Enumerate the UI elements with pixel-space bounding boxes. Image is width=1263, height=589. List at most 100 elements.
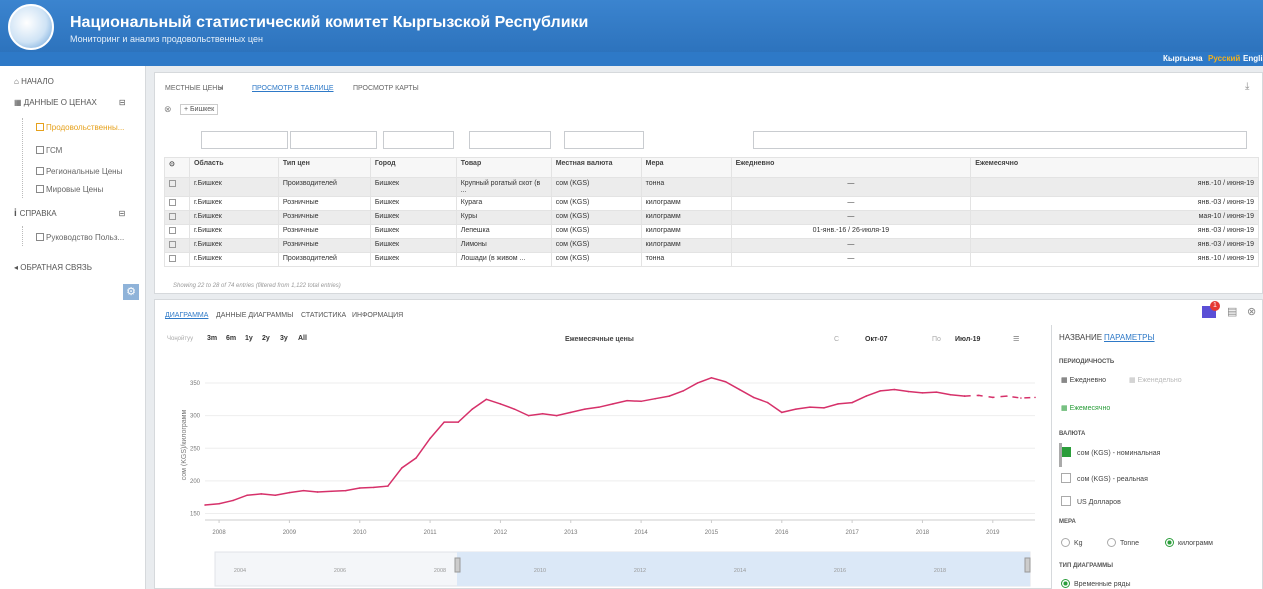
data-point [232, 499, 234, 502]
sidebar-item-guide[interactable]: Руководство Польз... [36, 233, 124, 242]
row-checkbox[interactable] [169, 180, 176, 187]
data-point [204, 504, 206, 506]
radio[interactable] [1107, 538, 1116, 547]
checkbox[interactable] [1061, 496, 1071, 506]
col-monthly[interactable]: Ежемесячно [970, 157, 1259, 178]
col-product[interactable]: Товар [455, 157, 552, 178]
radio[interactable] [1061, 538, 1070, 547]
calendar-icon: ▦ [1061, 377, 1070, 384]
sidebar-item-regional[interactable]: Региональные Цены [36, 167, 122, 176]
range-6m[interactable]: 6m [226, 335, 236, 342]
table-row[interactable]: г.Бишкек Розничные Бишкек Лепешка сом (KGS) к… [164, 224, 1259, 239]
data-point [401, 467, 403, 469]
measure-kilogram[interactable]: килограмм [1165, 538, 1213, 547]
close-icon[interactable]: ⊗ [1247, 305, 1256, 318]
menu-icon[interactable]: ≡ [1013, 333, 1019, 345]
lang-english[interactable]: English [1243, 54, 1263, 63]
sidebar-item-feedback[interactable]: ◂ ОБРАТНАЯ СВЯЗЬ [14, 263, 92, 272]
table-row[interactable]: г.Бишкек Производителей Бишкек Крупный рога… [164, 177, 1259, 197]
measure-kg[interactable]: Kg [1061, 538, 1083, 547]
price-chart: сом (KGS)/килограмм 150 200 250 300 350 2008 2… [181, 377, 1036, 587]
range-3m[interactable]: 3m [207, 335, 217, 342]
filter-input-product[interactable] [469, 131, 551, 149]
row-checkbox[interactable] [169, 199, 176, 206]
navigator-handle-left [454, 557, 461, 573]
data-point [724, 380, 727, 383]
filter-input-currency[interactable] [564, 131, 644, 149]
tab-name[interactable]: НАЗВАНИЕ [1059, 333, 1102, 342]
filter-input-city[interactable] [383, 131, 454, 149]
chart-type-timeseries[interactable]: Временные ряды [1061, 579, 1130, 588]
tab-info[interactable]: ИНФОРМАЦИЯ [352, 312, 403, 319]
sidebar-item-home[interactable]: ⌂ НАЧАЛО [14, 77, 54, 86]
checkbox-checked[interactable] [1061, 447, 1071, 457]
table-row[interactable]: г.Бишкек Производителей Бишкек Лошади (в жи… [164, 252, 1259, 267]
notification-badge: 1 [1210, 301, 1220, 311]
navigator-tick-label: 2012 [634, 568, 646, 574]
col-daily[interactable]: Ежедневно [730, 157, 972, 178]
currency-nominal[interactable]: сом (KGS) - номинальная [1061, 447, 1160, 457]
breadcrumb-sep: » [219, 85, 223, 92]
sidebar-item-prices[interactable]: ▦ ДАННЫЕ О ЦЕНАХ ⊟ [14, 98, 126, 107]
row-checkbox[interactable] [169, 255, 176, 262]
lang-kyrgyz[interactable]: Кыргызча [1163, 54, 1203, 63]
period-daily[interactable]: ▦ Ежедневно [1061, 376, 1106, 384]
col-city[interactable]: Город [369, 157, 457, 178]
table-icon[interactable]: ▤ [1227, 305, 1237, 318]
row-checkbox[interactable] [169, 227, 176, 234]
tab-chart-data[interactable]: ДАННЫЕ ДИАГРАММЫ [216, 312, 293, 319]
table-row[interactable]: г.Бишкек Розничные Бишкек Лимоны сом (KGS) ки… [164, 238, 1259, 253]
col-currency[interactable]: Местная валюта [550, 157, 642, 178]
lang-russian[interactable]: Русский [1208, 54, 1240, 63]
currency-real[interactable]: сом (KGS) - реальная [1061, 473, 1148, 483]
row-checkbox[interactable] [169, 213, 176, 220]
col-measure[interactable]: Мера [640, 157, 732, 178]
tab-chart[interactable]: ДИАГРАММА [165, 312, 208, 319]
measure-tonne[interactable]: Tonne [1107, 538, 1139, 547]
table-row[interactable]: г.Бишкек Розничные Бишкек Курага сом (KGS) ки… [164, 196, 1259, 211]
sidebar-item-food[interactable]: Продовольственны... [36, 123, 142, 132]
data-point [316, 491, 319, 493]
period-weekly[interactable]: ▦ Еженедельно [1129, 376, 1182, 384]
filter-input-region[interactable] [201, 131, 288, 149]
col-region[interactable]: Область [188, 157, 279, 178]
data-point [991, 396, 994, 399]
checkbox[interactable] [1061, 473, 1071, 483]
scrollbar[interactable] [1059, 443, 1062, 467]
table-row[interactable]: г.Бишкек Розничные Бишкек Куры сом (KGS) кило… [164, 210, 1259, 225]
row-checkbox[interactable] [169, 241, 176, 248]
tab-table[interactable]: ПРОСМОТР В ТАБЛИЦЕ [252, 85, 334, 92]
gear-icon[interactable]: ⚙ [123, 284, 139, 300]
download-icon[interactable]: ⤓ [1245, 81, 1249, 92]
data-point [766, 401, 769, 404]
sidebar-item-help[interactable]: i СПРАВКА ⊟ [14, 208, 125, 219]
range-3y[interactable]: 3y [280, 335, 288, 342]
tab-params[interactable]: ПАРАМЕТРЫ [1104, 333, 1155, 342]
data-point [485, 398, 488, 401]
tab-statistics[interactable]: СТАТИСТИКА [301, 312, 346, 319]
currency-usd[interactable]: US Долларов [1061, 496, 1121, 506]
range-1y[interactable]: 1y [245, 335, 253, 342]
x-tick-label: 2011 [424, 530, 438, 536]
col-type[interactable]: Тип цен [277, 157, 371, 178]
x-tick-label: 2015 [705, 530, 719, 536]
sidebar-item-world[interactable]: Мировые Цены [36, 185, 103, 194]
tab-map[interactable]: ПРОСМОТР КАРТЫ [353, 85, 419, 92]
select-all[interactable]: ⊙ [164, 157, 190, 178]
clear-filter-icon[interactable]: ⊗ [164, 104, 172, 115]
data-point [302, 489, 305, 492]
filter-input-type[interactable] [290, 131, 377, 149]
calendar-icon: ▦ [1061, 405, 1070, 412]
date-from[interactable]: Окт-07 [865, 336, 888, 343]
filter-input-periods[interactable] [753, 131, 1247, 149]
radio-selected[interactable] [1165, 538, 1174, 547]
radio-selected[interactable] [1061, 579, 1070, 588]
range-all[interactable]: All [298, 335, 307, 342]
sidebar-item-fuel[interactable]: ГСМ [36, 146, 62, 155]
breadcrumb-local[interactable]: МЕСТНЫЕ ЦЕНЫ [165, 85, 224, 92]
filter-chip[interactable]: + Бишкек [180, 104, 219, 115]
date-to[interactable]: Июл-19 [955, 336, 980, 343]
collapse-icon: ⊟ [118, 98, 126, 107]
period-monthly[interactable]: ▦ Ежемесячно [1061, 404, 1110, 412]
range-2y[interactable]: 2y [262, 335, 270, 342]
